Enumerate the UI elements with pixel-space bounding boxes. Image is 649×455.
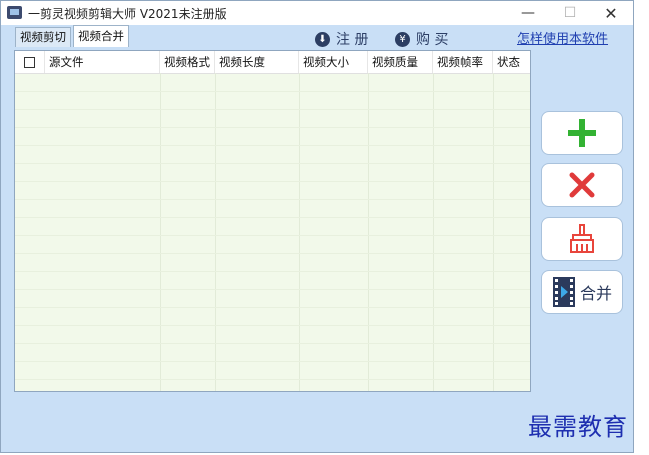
tab-video-merge[interactable]: 视频合并	[73, 25, 129, 47]
register-label: 注 册	[336, 32, 369, 48]
row-divider	[15, 289, 530, 290]
column-header-format[interactable]: 视频格式	[160, 51, 215, 73]
clear-list-button[interactable]	[541, 217, 623, 261]
buy-button[interactable]: ¥ 购 买	[395, 29, 448, 49]
help-link[interactable]: 怎样使用本软件	[517, 28, 608, 47]
broom-icon	[570, 224, 594, 253]
row-divider	[15, 199, 530, 200]
row-divider	[15, 325, 530, 326]
plus-icon	[568, 119, 596, 147]
row-divider	[15, 127, 530, 128]
table-header: 源文件 视频格式 视频长度 视频大小 视频质量 视频帧率 状态	[15, 51, 530, 74]
merge-button[interactable]: 合并	[541, 270, 623, 314]
row-divider	[15, 271, 530, 272]
maximize-button[interactable]: ☐	[548, 1, 592, 25]
merge-label: 合并	[579, 284, 612, 303]
row-divider	[15, 343, 530, 344]
column-header-status[interactable]: 状态	[493, 51, 530, 73]
tab-video-cut[interactable]: 视频剪切	[15, 27, 71, 47]
minimize-button[interactable]: —	[506, 1, 550, 25]
close-button[interactable]: ✕	[589, 1, 633, 25]
row-divider	[15, 361, 530, 362]
x-icon	[569, 172, 595, 198]
row-divider	[15, 217, 530, 218]
window-title: 一剪灵视频剪辑大师 V2021未注册版	[28, 7, 227, 21]
row-divider	[15, 307, 530, 308]
row-divider	[15, 163, 530, 164]
column-header-source[interactable]: 源文件	[45, 51, 160, 73]
column-header-quality[interactable]: 视频质量	[368, 51, 433, 73]
column-header-framerate[interactable]: 视频帧率	[433, 51, 493, 73]
row-divider	[15, 91, 530, 92]
add-file-button[interactable]	[541, 111, 623, 155]
film-play-icon	[552, 277, 575, 307]
column-header-length[interactable]: 视频长度	[215, 51, 299, 73]
watermark-text: 最需教育	[528, 413, 628, 441]
download-circle-icon: ⬇	[315, 31, 330, 47]
row-divider	[15, 181, 530, 182]
row-divider	[15, 253, 530, 254]
app-icon	[7, 6, 22, 19]
header-checkbox-cell	[15, 51, 45, 73]
title-bar: 一剪灵视频剪辑大师 V2021未注册版 — ☐ ✕	[1, 1, 633, 25]
select-all-checkbox[interactable]	[24, 57, 35, 68]
row-divider	[15, 379, 530, 380]
column-header-size[interactable]: 视频大小	[299, 51, 368, 73]
row-divider	[15, 145, 530, 146]
tab-bar: 视频剪切 视频合并	[15, 25, 131, 48]
register-button[interactable]: ⬇ 注 册	[315, 29, 368, 49]
row-divider	[15, 109, 530, 110]
row-divider	[15, 235, 530, 236]
app-window: 一剪灵视频剪辑大师 V2021未注册版 — ☐ ✕ 视频剪切 视频合并 ⬇ 注 …	[0, 0, 634, 453]
delete-file-button[interactable]	[541, 163, 623, 207]
file-table: 源文件 视频格式 视频长度 视频大小 视频质量 视频帧率 状态	[14, 50, 531, 392]
coin-circle-icon: ¥	[395, 31, 410, 47]
buy-label: 购 买	[416, 32, 449, 48]
